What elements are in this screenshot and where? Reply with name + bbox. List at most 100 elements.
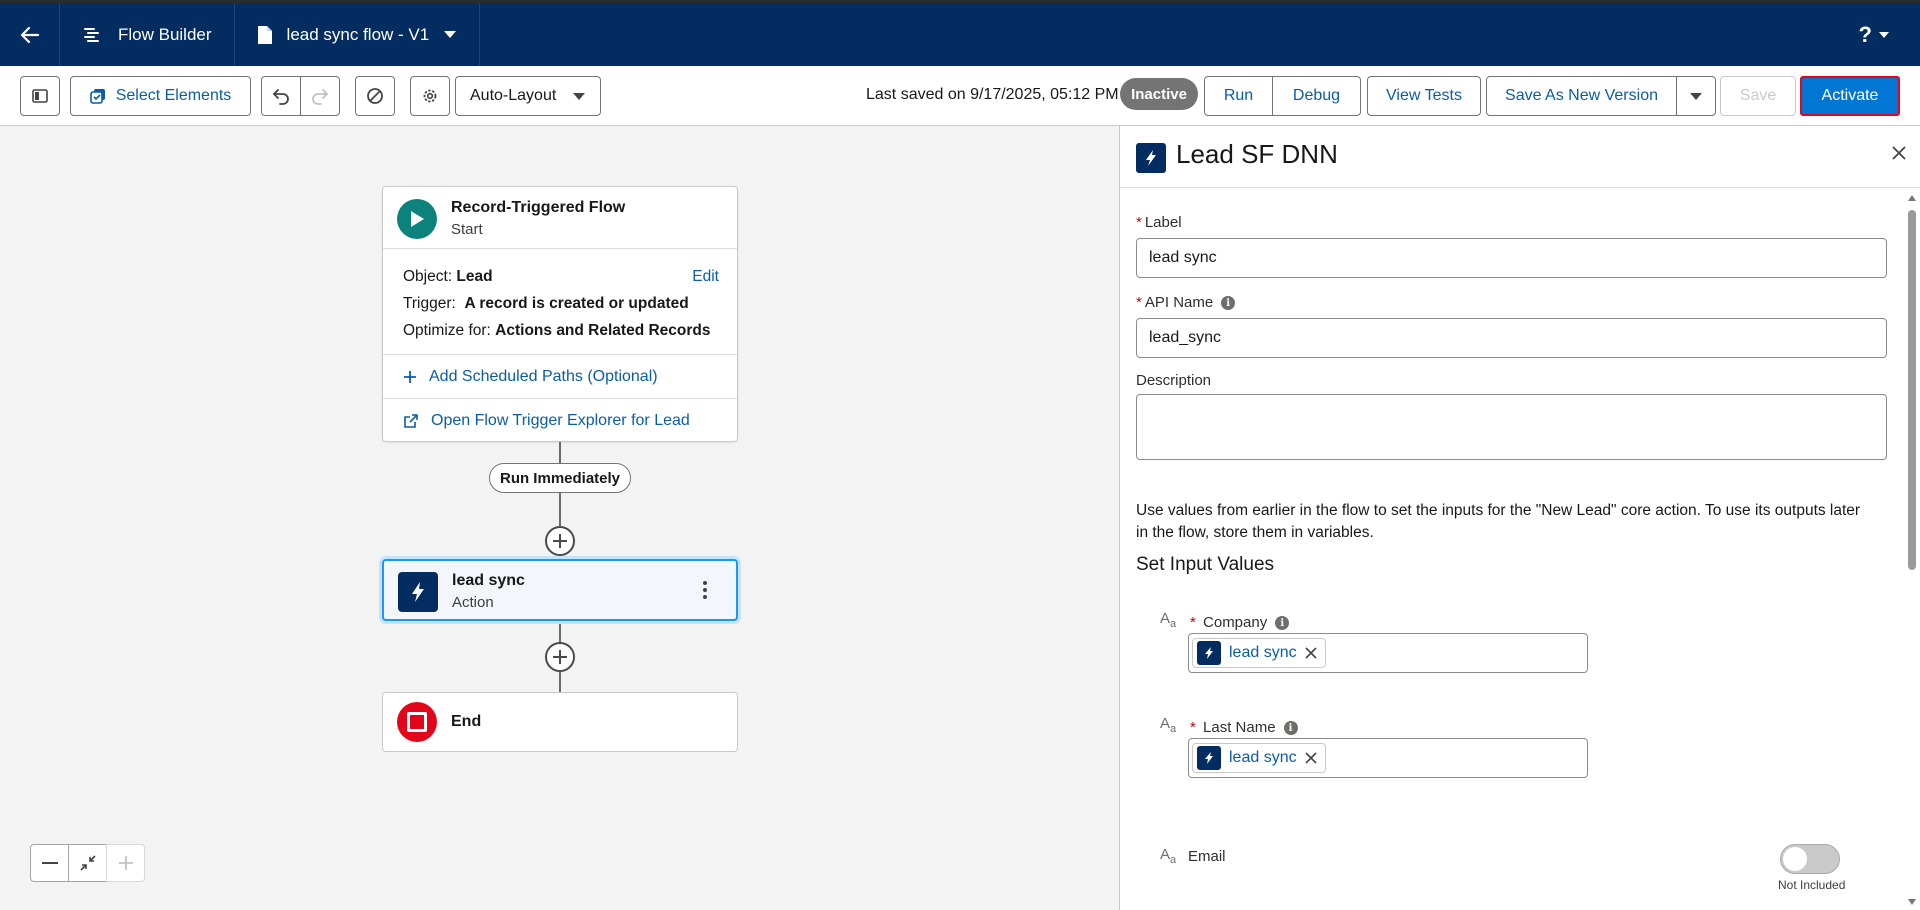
panel-icon xyxy=(32,89,48,103)
company-value-pill[interactable]: lead sync xyxy=(1192,638,1326,668)
edit-trigger-link[interactable]: Edit xyxy=(692,263,719,290)
settings-button[interactable] xyxy=(410,76,450,116)
chevron-down-icon xyxy=(1879,31,1889,38)
back-arrow-icon xyxy=(20,26,39,43)
show-errors-button[interactable] xyxy=(355,76,395,116)
save-as-new-version-button[interactable]: Save As New Version xyxy=(1486,76,1677,116)
run-immediately-path-label[interactable]: Run Immediately xyxy=(489,463,631,493)
add-element-button[interactable] xyxy=(545,642,575,672)
panel-header: Lead SF DNN xyxy=(1120,126,1920,188)
save-version-group: Save As New Version xyxy=(1486,76,1716,116)
start-element-header: Record-Triggered Flow Start xyxy=(383,187,737,249)
company-input[interactable]: lead sync xyxy=(1188,633,1588,673)
zoom-in-button[interactable] xyxy=(106,844,145,882)
action-element-subtitle: Action xyxy=(452,594,494,611)
text-type-icon: Aa xyxy=(1160,715,1177,735)
panel-title: Lead SF DNN xyxy=(1176,139,1338,169)
toggle-panel-button[interactable] xyxy=(20,76,60,116)
run-button[interactable]: Run xyxy=(1204,76,1273,116)
description-textarea[interactable] xyxy=(1136,394,1887,460)
start-element-title: Record-Triggered Flow xyxy=(451,199,626,216)
flow-icon xyxy=(84,27,99,42)
close-icon[interactable] xyxy=(1305,647,1317,659)
scrollbar-thumb[interactable] xyxy=(1908,210,1916,570)
label-field-label: * Label xyxy=(1136,214,1182,231)
api-name-field-label: * API Name i xyxy=(1136,294,1236,311)
play-icon xyxy=(397,199,437,239)
gear-icon xyxy=(423,89,437,103)
plus-icon xyxy=(553,534,567,548)
add-element-button[interactable] xyxy=(545,526,575,556)
optimize-value: Actions and Related Records xyxy=(495,322,711,339)
add-scheduled-paths-link[interactable]: Add Scheduled Paths (Optional) xyxy=(383,355,737,399)
set-input-values-heading: Set Input Values xyxy=(1136,554,1275,575)
start-element-subtitle: Start xyxy=(451,221,483,238)
flow-name: lead sync flow - V1 xyxy=(286,24,430,44)
close-icon xyxy=(1892,146,1906,160)
activate-button[interactable]: Activate xyxy=(1800,76,1900,116)
redo-icon xyxy=(312,89,329,105)
text-type-icon: Aa xyxy=(1160,610,1177,630)
shrink-icon xyxy=(79,855,96,871)
start-element[interactable]: Record-Triggered Flow Start Object: Lead… xyxy=(382,186,738,442)
minus-icon xyxy=(41,862,58,864)
last-name-field-label: * Last Name i xyxy=(1190,719,1298,736)
status-badge: Inactive xyxy=(1120,78,1198,110)
last-name-value-pill[interactable]: lead sync xyxy=(1192,743,1326,773)
select-elements-button[interactable]: Select Elements xyxy=(70,76,251,116)
file-icon xyxy=(257,25,272,44)
end-element[interactable]: End xyxy=(382,692,738,752)
last-saved-text: Last saved on 9/17/2025, 05:12 PM xyxy=(866,86,1119,103)
chevron-down-icon xyxy=(573,92,585,100)
email-field-label: Email xyxy=(1188,848,1226,865)
end-element-title: End xyxy=(451,713,482,730)
save-button[interactable]: Save xyxy=(1720,76,1796,116)
help-menu[interactable]: ? xyxy=(1829,3,1920,66)
info-icon[interactable]: i xyxy=(1221,296,1236,311)
trigger-row: Trigger: A record is created or updated xyxy=(403,295,689,312)
email-include-toggle[interactable] xyxy=(1780,844,1840,874)
api-name-input[interactable]: lead_sync xyxy=(1136,318,1887,358)
select-elements-icon xyxy=(89,89,105,104)
flow-canvas[interactable]: Record-Triggered Flow Start Object: Lead… xyxy=(0,126,1119,910)
zoom-controls xyxy=(30,844,145,882)
external-link-icon xyxy=(404,414,418,428)
save-options-menu-button[interactable] xyxy=(1676,76,1716,116)
select-elements-label: Select Elements xyxy=(115,87,232,104)
last-name-input[interactable]: lead sync xyxy=(1188,738,1588,778)
element-properties-panel: Lead SF DNN * Label lead sync * API Name i … xyxy=(1119,126,1920,910)
scroll-down-icon[interactable] xyxy=(1907,898,1917,906)
action-element[interactable]: lead sync Action xyxy=(382,559,738,621)
toolbar: Select Elements Auto-Layout Last saved o… xyxy=(0,66,1920,126)
redo-button[interactable] xyxy=(300,76,340,116)
undo-icon xyxy=(272,89,289,105)
layout-select[interactable]: Auto-Layout xyxy=(455,76,601,116)
app-header: Flow Builder lead sync flow - V1 ? xyxy=(0,0,1920,66)
info-icon[interactable]: i xyxy=(1283,721,1298,736)
plus-icon xyxy=(118,856,133,870)
more-options-icon[interactable] xyxy=(702,581,708,599)
panel-scrollbar[interactable] xyxy=(1907,194,1917,906)
back-button[interactable] xyxy=(0,3,60,66)
close-icon[interactable] xyxy=(1305,752,1317,764)
undo-button[interactable] xyxy=(261,76,301,116)
app-name: Flow Builder xyxy=(118,24,212,44)
trigger-value: A record is created or updated xyxy=(464,295,689,312)
label-input[interactable]: lead sync xyxy=(1136,238,1887,278)
close-panel-button[interactable] xyxy=(1892,146,1906,165)
view-tests-button[interactable]: View Tests xyxy=(1367,76,1481,116)
scroll-up-icon[interactable] xyxy=(1907,194,1917,202)
optimize-row: Optimize for: Actions and Related Record… xyxy=(403,322,711,339)
stop-icon xyxy=(397,702,437,742)
app-title: Flow Builder xyxy=(60,3,235,66)
email-toggle-label: Not Included xyxy=(1778,878,1846,892)
debug-button[interactable]: Debug xyxy=(1272,76,1361,116)
undo-redo-group xyxy=(261,76,340,116)
fit-view-button[interactable] xyxy=(68,844,107,882)
info-icon[interactable]: i xyxy=(1275,616,1290,631)
lightning-icon xyxy=(1136,143,1166,173)
input-help-text: Use values from earlier in the flow to s… xyxy=(1136,502,1861,541)
flow-version-menu[interactable]: lead sync flow - V1 xyxy=(235,3,481,66)
zoom-out-button[interactable] xyxy=(30,844,69,882)
open-trigger-explorer-link[interactable]: Open Flow Trigger Explorer for Lead xyxy=(383,399,737,443)
